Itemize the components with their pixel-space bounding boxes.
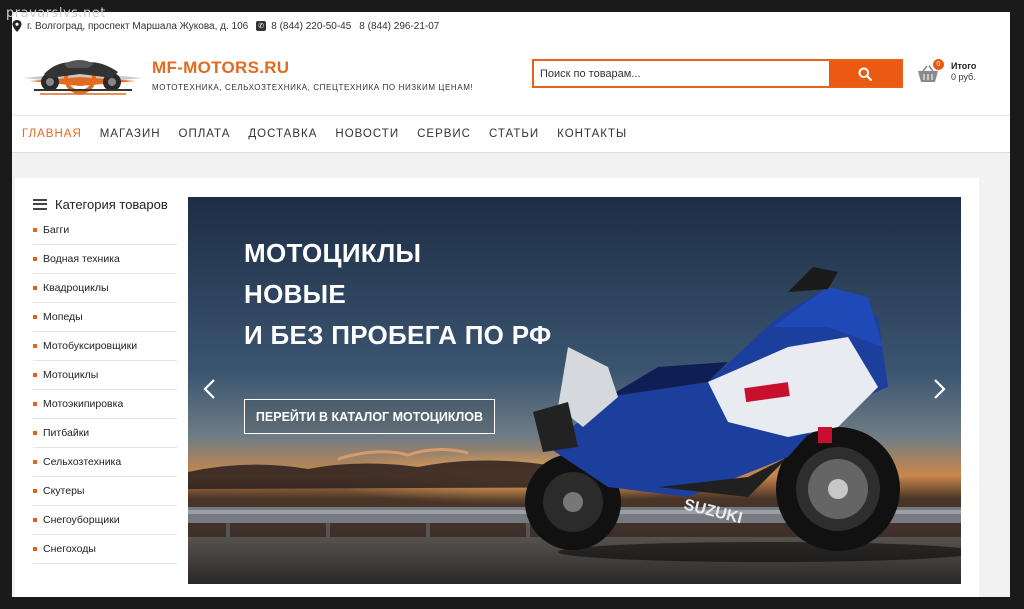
bullet-icon (33, 518, 37, 522)
address-text: г. Волгоград, проспект Маршала Жукова, д… (27, 20, 249, 32)
bullet-icon (33, 373, 37, 377)
category-title: Категория товаров (55, 196, 168, 212)
category-item-mopeds[interactable]: Мопеды (33, 303, 177, 332)
category-item-buggy[interactable]: Багги (33, 216, 177, 245)
site-header: г. Волгоград, проспект Маршала Жукова, д… (12, 12, 1010, 115)
phone-icon: ✆ (256, 21, 267, 31)
nav-item-articles[interactable]: СТАТЬИ (489, 128, 539, 140)
hero-title-line-1: МОТОЦИКЛЫ (244, 238, 422, 268)
nav-item-service[interactable]: СЕРВИС (417, 128, 471, 140)
brand-block: MF-MOTORS.RU МОТОТЕХНИКА, СЕЛЬХОЗТЕХНИКА… (152, 58, 473, 92)
brand-name[interactable]: MF-MOTORS.RU (152, 58, 473, 78)
nav-item-home[interactable]: ГЛАВНАЯ (22, 128, 82, 140)
bullet-icon (33, 286, 37, 290)
bullet-icon (33, 315, 37, 319)
category-label: Водная техника (43, 253, 120, 265)
category-label: Мотоэкипировка (43, 398, 124, 410)
bullet-icon (33, 547, 37, 551)
bullet-icon (33, 228, 37, 232)
category-header[interactable]: Категория товаров (33, 194, 177, 214)
cart-total-label: Итого (951, 61, 977, 71)
nav-item-contacts[interactable]: КОНТАКТЫ (557, 128, 627, 140)
search-button[interactable] (829, 61, 901, 86)
category-item-towers[interactable]: Мотобуксировщики (33, 332, 177, 361)
logo-motorcycle-icon[interactable] (20, 50, 146, 100)
category-sidebar: Категория товаров Багги Водная техника К… (33, 194, 177, 564)
category-label: Квадроциклы (43, 282, 109, 294)
category-item-motorcycles[interactable]: Мотоциклы (33, 361, 177, 390)
chevron-right-icon[interactable] (929, 377, 949, 401)
category-label: Мотобуксировщики (43, 340, 138, 352)
cart-widget[interactable]: 0 Итого 0 руб. (917, 59, 997, 89)
search-input[interactable] (534, 61, 829, 86)
bullet-icon (33, 402, 37, 406)
catalog-cta-button[interactable]: ПЕРЕЙТИ В КАТАЛОГ МОТОЦИКЛОВ (244, 399, 495, 434)
category-label: Сельхозтехника (43, 456, 122, 468)
category-item-gear[interactable]: Мотоэкипировка (33, 390, 177, 419)
category-label: Багги (43, 224, 70, 236)
nav-item-shop[interactable]: МАГАЗИН (100, 128, 161, 140)
menu-icon (33, 198, 47, 210)
bullet-icon (33, 257, 37, 261)
category-item-watercraft[interactable]: Водная техника (33, 245, 177, 274)
nav-item-payment[interactable]: ОПЛАТА (179, 128, 231, 140)
bullet-icon (33, 460, 37, 464)
search-icon (858, 67, 872, 81)
category-label: Мотоциклы (43, 369, 99, 381)
bullet-icon (33, 431, 37, 435)
location-pin-icon (12, 20, 22, 32)
hero-title: МОТОЦИКЛЫ НОВЫЕ И БЕЗ ПРОБЕГА ПО РФ (244, 233, 552, 356)
category-label: Снегоходы (43, 543, 96, 555)
phone-1[interactable]: 8 (844) 220-50-45 (271, 21, 351, 32)
category-item-pitbikes[interactable]: Питбайки (33, 419, 177, 448)
category-item-snowblowers[interactable]: Снегоуборщики (33, 506, 177, 535)
category-list: Багги Водная техника Квадроциклы Мопеды … (33, 216, 177, 564)
main-nav: ГЛАВНАЯ МАГАЗИН ОПЛАТА ДОСТАВКА НОВОСТИ … (12, 115, 1010, 153)
page: г. Волгоград, проспект Маршала Жукова, д… (12, 12, 1010, 597)
search-form (532, 59, 903, 88)
hero-slider: SUZUKI МОТОЦИКЛЫ НОВЫЕ И БЕЗ ПРОБЕГА ПО … (188, 197, 961, 584)
category-label: Скутеры (43, 485, 85, 497)
category-label: Снегоуборщики (43, 514, 120, 526)
chevron-left-icon[interactable] (200, 377, 220, 401)
category-item-snowmobiles[interactable]: Снегоходы (33, 535, 177, 564)
nav-item-delivery[interactable]: ДОСТАВКА (248, 128, 317, 140)
brand-tagline: МОТОТЕХНИКА, СЕЛЬХОЗТЕХНИКА, СПЕЦТЕХНИКА… (152, 83, 474, 92)
cart-count-badge: 0 (933, 59, 944, 70)
category-label: Питбайки (43, 427, 90, 439)
phone-2[interactable]: 8 (844) 296-21-07 (359, 21, 439, 32)
category-label: Мопеды (43, 311, 83, 323)
nav-item-news[interactable]: НОВОСТИ (335, 128, 399, 140)
hero-title-line-2: НОВЫЕ (244, 279, 347, 309)
hero-title-line-3: И БЕЗ ПРОБЕГА ПО РФ (244, 320, 552, 350)
cart-total-sum: 0 руб. (951, 72, 976, 82)
bullet-icon (33, 489, 37, 493)
category-item-scooters[interactable]: Скутеры (33, 477, 177, 506)
category-item-atv[interactable]: Квадроциклы (33, 274, 177, 303)
bullet-icon (33, 344, 37, 348)
category-item-agro[interactable]: Сельхозтехника (33, 448, 177, 477)
main-content: Категория товаров Багги Водная техника К… (15, 178, 979, 597)
watermark-text: pravarslvs.net (6, 6, 106, 21)
